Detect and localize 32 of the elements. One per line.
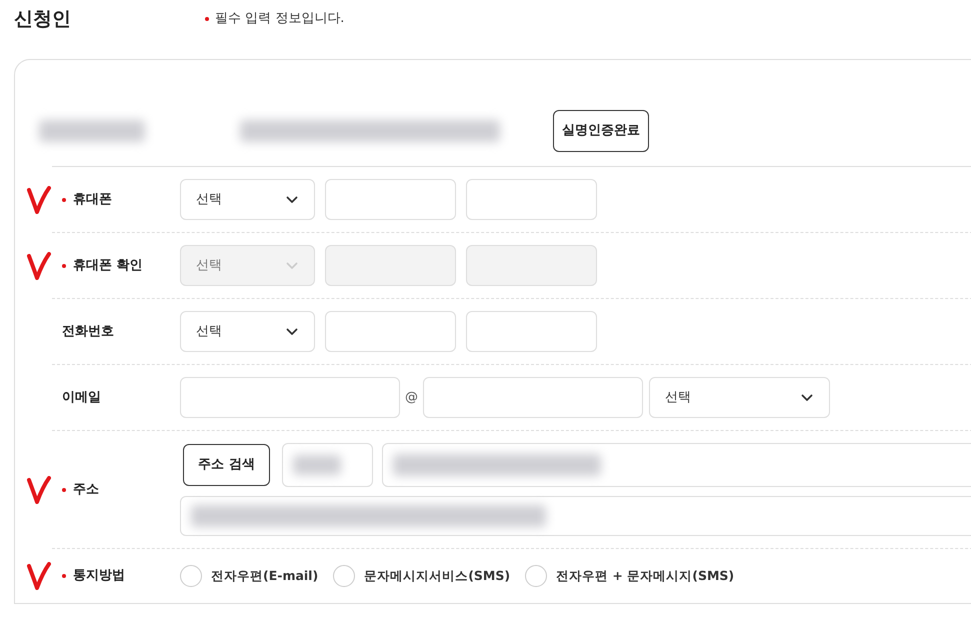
field-label: 휴대폰 확인: [73, 256, 143, 275]
field-label: 전화번호: [62, 322, 114, 341]
input-field[interactable]: [282, 443, 373, 487]
input-field[interactable]: [325, 179, 456, 220]
field-label: 주소: [73, 480, 99, 499]
input-field[interactable]: [325, 311, 456, 352]
select-dropdown[interactable]: 선택: [649, 377, 830, 418]
radio-label: 전자우편 + 문자메시지(SMS): [556, 566, 734, 585]
verify-complete-button[interactable]: 실명인증완료: [553, 110, 649, 152]
select-dropdown[interactable]: 선택: [180, 179, 315, 220]
field-label: 통지방법: [73, 567, 125, 586]
input-field[interactable]: [466, 245, 597, 286]
radio-button[interactable]: [525, 565, 548, 587]
at-sign: @: [405, 388, 418, 407]
input-field[interactable]: [180, 377, 400, 418]
select-dropdown[interactable]: 선택: [180, 311, 315, 352]
radio-label: 전자우편(E-mail): [211, 566, 318, 585]
input-field[interactable]: [466, 311, 597, 352]
radio-button[interactable]: [333, 565, 356, 587]
field-label: 휴대폰: [73, 190, 112, 209]
input-field[interactable]: [423, 377, 643, 418]
field-label: 이메일: [62, 388, 101, 407]
input-field[interactable]: [325, 245, 456, 286]
radio-button[interactable]: [180, 565, 202, 587]
input-field[interactable]: [382, 443, 971, 487]
section-title: 신청인: [14, 6, 72, 32]
required-note: 필수 입력 정보입니다.: [215, 10, 344, 28]
radio-label: 문자메시지서비스(SMS): [364, 566, 510, 585]
input-field[interactable]: [180, 496, 971, 536]
input-field[interactable]: [466, 179, 597, 220]
address-search-button[interactable]: 주소 검색: [183, 444, 270, 486]
blurred-text: [293, 455, 341, 475]
